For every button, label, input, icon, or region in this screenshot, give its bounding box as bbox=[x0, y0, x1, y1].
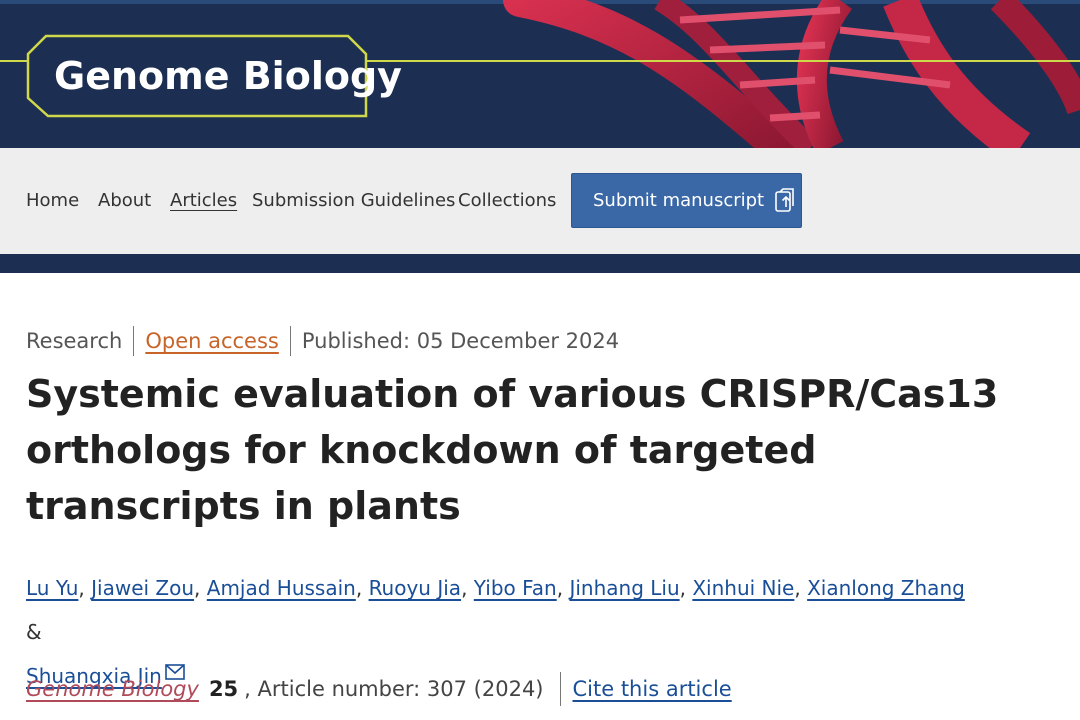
citation-line: Genome Biology 25 , Article number: 307 … bbox=[26, 672, 732, 706]
volume-number: 25 bbox=[208, 677, 239, 701]
article-meta: Research Open access Published: 05 Decem… bbox=[26, 326, 619, 356]
site-header: Genome Biology bbox=[0, 0, 1080, 148]
author-link[interactable]: Xianlong Zhang bbox=[807, 576, 965, 600]
journal-link[interactable]: Genome Biology bbox=[26, 677, 199, 701]
open-access-link[interactable]: Open access bbox=[145, 329, 279, 353]
submit-manuscript-button[interactable]: Submit manuscript bbox=[571, 173, 802, 228]
site-logo[interactable]: Genome Biology bbox=[54, 54, 402, 98]
article-title: Systemic evaluation of various CRISPR/Ca… bbox=[26, 372, 999, 528]
meta-divider bbox=[289, 326, 291, 356]
article-type: Research bbox=[26, 329, 123, 353]
author-link[interactable]: Jiawei Zou bbox=[91, 576, 194, 600]
nav-submission-guidelines[interactable]: Submission Guidelines bbox=[252, 190, 455, 211]
citation-divider bbox=[559, 672, 561, 706]
dna-helix-banner-image bbox=[503, 0, 1080, 148]
author-link[interactable]: Lu Yu bbox=[26, 576, 78, 600]
nav-articles[interactable]: Articles bbox=[170, 190, 237, 211]
author-link[interactable]: Ruoyu Jia bbox=[369, 576, 462, 600]
article-number: , Article number: 307 (2024) bbox=[244, 677, 544, 701]
author-link[interactable]: Yibo Fan bbox=[474, 576, 557, 600]
author-link[interactable]: Xinhui Nie bbox=[692, 576, 794, 600]
meta-divider bbox=[133, 326, 135, 356]
submit-manuscript-label: Submit manuscript bbox=[593, 190, 765, 211]
author-connector: & bbox=[26, 620, 42, 644]
nav-home[interactable]: Home bbox=[26, 190, 79, 211]
author-link[interactable]: Amjad Hussain bbox=[207, 576, 356, 600]
cite-this-article-link[interactable]: Cite this article bbox=[573, 677, 732, 701]
header-bottom-strip bbox=[0, 254, 1080, 273]
author-link[interactable]: Jinhang Liu bbox=[569, 576, 679, 600]
published-date: Published: 05 December 2024 bbox=[301, 329, 620, 353]
nav-collections[interactable]: Collections bbox=[458, 190, 556, 211]
external-submit-icon bbox=[775, 187, 794, 212]
nav-about[interactable]: About bbox=[98, 190, 151, 211]
